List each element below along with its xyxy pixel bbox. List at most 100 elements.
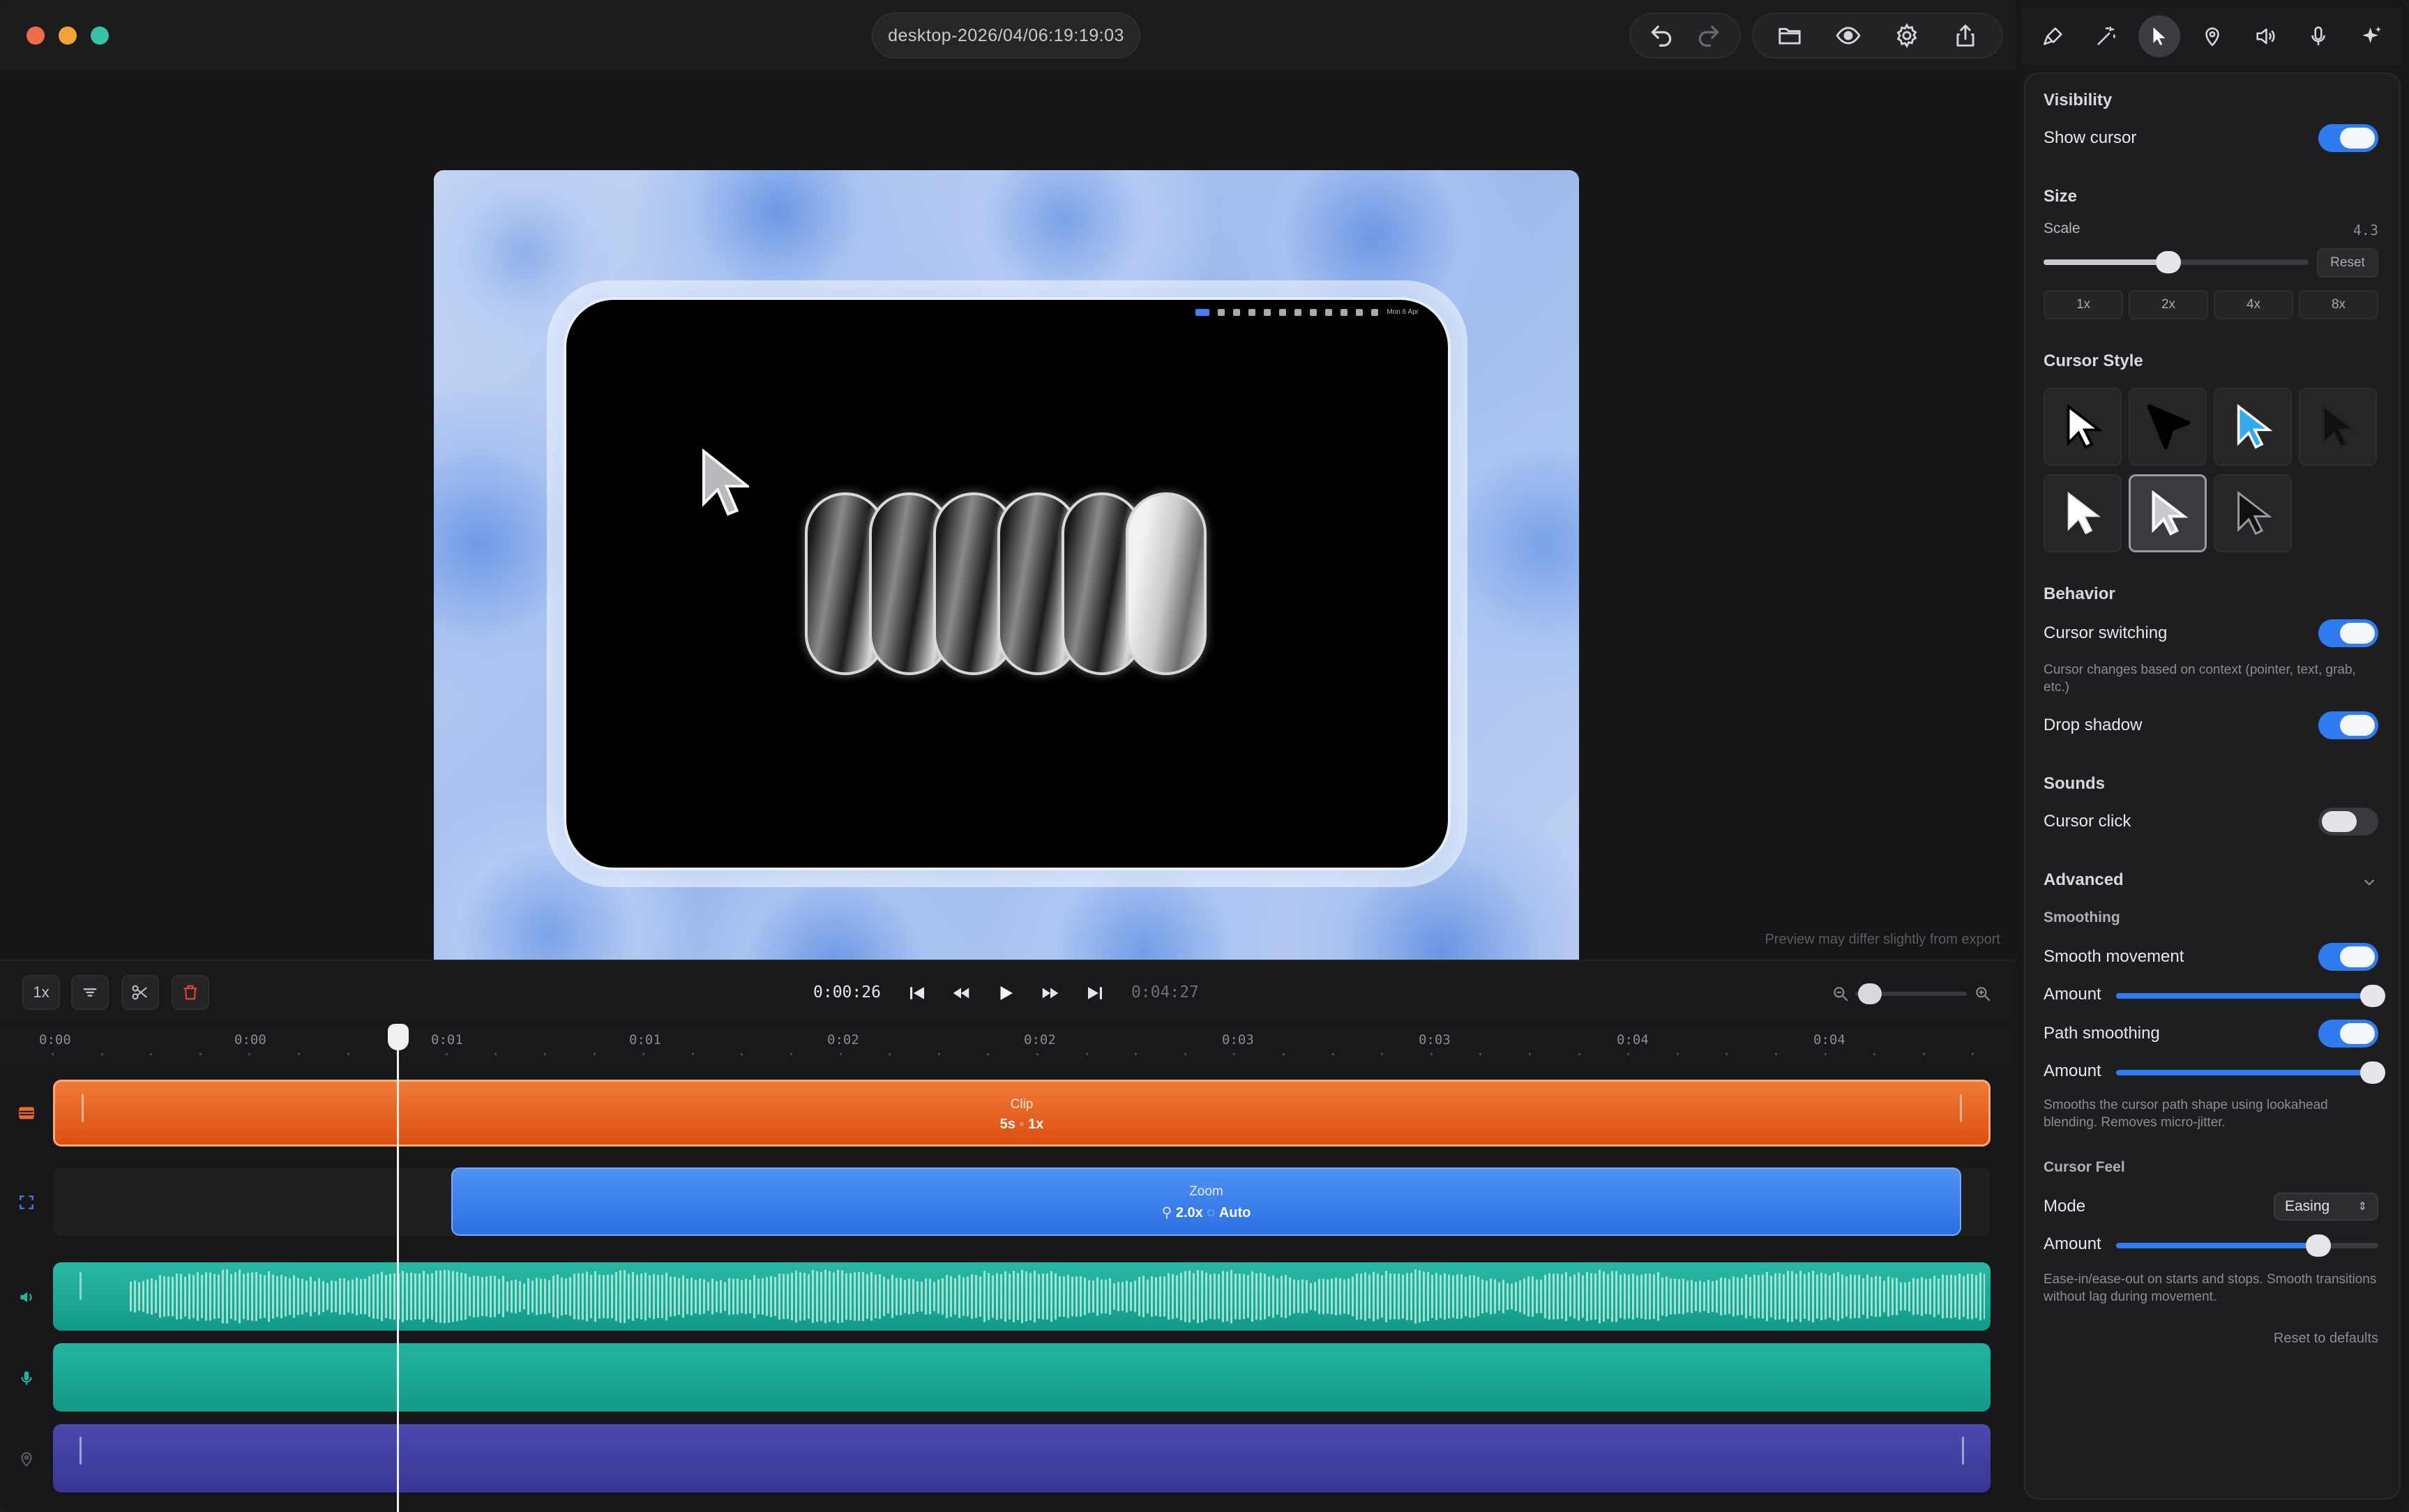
- tab-clicks[interactable]: [2191, 15, 2233, 57]
- zoom-mode: Auto: [1218, 1205, 1251, 1220]
- smooth-movement-toggle[interactable]: [2318, 943, 2378, 971]
- waveform-bar: [594, 1271, 596, 1322]
- drop-shadow-toggle[interactable]: [2318, 711, 2378, 739]
- chevron-down-icon[interactable]: [2360, 873, 2378, 891]
- waveform-bar: [690, 1277, 693, 1316]
- project-title[interactable]: desktop-2026/04/06:19:19:03: [872, 13, 1140, 59]
- step-back-button[interactable]: [946, 978, 976, 1008]
- scale-preset-4x[interactable]: 4x: [2214, 290, 2293, 319]
- waveform-bar: [787, 1273, 789, 1320]
- audio-left-handle[interactable]: [80, 1272, 82, 1300]
- scale-slider-knob[interactable]: [2156, 251, 2181, 273]
- zoom-in-icon[interactable]: [1974, 985, 1992, 1003]
- skip-start-button[interactable]: [902, 978, 932, 1008]
- path-amount-knob[interactable]: [2360, 1061, 2385, 1084]
- waveform-bar: [519, 1280, 521, 1313]
- smooth-amount-slider[interactable]: [2116, 985, 2385, 1007]
- undo-button[interactable]: [1638, 16, 1684, 55]
- cursor-style-option[interactable]: [2214, 474, 2292, 552]
- cursor-style-option-selected[interactable]: [2129, 474, 2207, 552]
- ruler-tick: [1529, 1053, 1531, 1055]
- close-window-button[interactable]: [27, 27, 45, 45]
- play-button[interactable]: [990, 978, 1021, 1008]
- playhead-line[interactable]: [397, 1025, 399, 1512]
- cursor-style-option[interactable]: [2044, 388, 2122, 466]
- mini-menubar-item: [1248, 308, 1256, 316]
- waveform-bar: [172, 1276, 174, 1317]
- open-folder-button[interactable]: [1767, 16, 1813, 55]
- zoom-segment[interactable]: Zoom ⚲ 2.0x ◌ Auto: [451, 1167, 1961, 1236]
- mic-segment[interactable]: [53, 1343, 1991, 1412]
- ruler-label: 0:02: [827, 1032, 859, 1048]
- waveform-bar: [900, 1278, 902, 1315]
- waveform-bar: [435, 1270, 437, 1323]
- zoom-window-button[interactable]: [91, 27, 109, 45]
- zoom-out-icon[interactable]: [1832, 985, 1850, 1003]
- tab-microphone[interactable]: [2297, 15, 2339, 57]
- preview-toggle-button[interactable]: [1825, 16, 1871, 55]
- delete-button[interactable]: [172, 975, 209, 1010]
- smooth-amount-knob[interactable]: [2360, 985, 2385, 1007]
- reset-defaults-button[interactable]: Reset to defaults: [2274, 1331, 2378, 1347]
- marker-left-handle[interactable]: [80, 1437, 82, 1465]
- tab-cursor[interactable]: [2138, 15, 2180, 57]
- speed-button[interactable]: 1x: [22, 975, 60, 1010]
- waveform-bar: [1858, 1274, 1860, 1319]
- cursor-style-option[interactable]: [2044, 474, 2122, 552]
- audio-segment[interactable]: [53, 1262, 1991, 1331]
- skip-end-button[interactable]: [1080, 978, 1110, 1008]
- waveform-bar: [1661, 1277, 1663, 1316]
- redo-icon: [1698, 25, 1719, 47]
- scale-preset-1x[interactable]: 1x: [2044, 290, 2123, 319]
- timeline-zoom-knob[interactable]: [1858, 983, 1882, 1004]
- waveform-bar: [1163, 1276, 1165, 1317]
- minimize-window-button[interactable]: [59, 27, 77, 45]
- zoom-track-icon: [17, 1193, 36, 1212]
- waveform-bar: [1519, 1280, 1521, 1313]
- scale-preset-2x[interactable]: 2x: [2129, 290, 2208, 319]
- filter-button[interactable]: [71, 975, 109, 1010]
- waveform-bar: [1214, 1273, 1216, 1320]
- scale-preset-8x[interactable]: 8x: [2299, 290, 2378, 319]
- tab-effects[interactable]: [2085, 15, 2127, 57]
- scale-reset-button[interactable]: Reset: [2317, 248, 2378, 278]
- cursor-style-option[interactable]: [2129, 388, 2207, 466]
- timeline-ruler[interactable]: 0:00 0:00 0:01 0:01 0:02 0:02 0:03 0:03 …: [0, 1025, 2016, 1067]
- redo-button[interactable]: [1686, 16, 1732, 55]
- waveform-bar: [569, 1277, 571, 1316]
- waveform-bar: [586, 1271, 588, 1322]
- play-icon: [1000, 986, 1013, 1000]
- waveform-bar: [431, 1273, 433, 1320]
- ruler-tick: [691, 1053, 694, 1055]
- clip-segment[interactable]: Clip 5s ◦ 1x: [53, 1080, 1991, 1147]
- show-cursor-toggle[interactable]: [2318, 124, 2378, 152]
- tab-ai[interactable]: [2350, 15, 2392, 57]
- path-amount-slider[interactable]: [2116, 1061, 2385, 1084]
- cursor-style-option[interactable]: [2214, 388, 2292, 466]
- tab-background[interactable]: [2032, 15, 2074, 57]
- path-smoothing-toggle[interactable]: [2318, 1020, 2378, 1048]
- waveform-bar: [1678, 1279, 1680, 1314]
- waveform-bar: [1871, 1277, 1873, 1316]
- scale-slider[interactable]: [2044, 251, 2309, 273]
- settings-button[interactable]: [1884, 16, 1930, 55]
- feel-amount-slider[interactable]: [2116, 1234, 2378, 1257]
- marker-segment[interactable]: [53, 1424, 1991, 1492]
- cursor-switching-toggle[interactable]: [2318, 619, 2378, 647]
- cursor-style-option[interactable]: [2299, 388, 2377, 466]
- waveform-bar: [891, 1275, 893, 1318]
- split-button[interactable]: [121, 975, 159, 1010]
- waveform-bar: [1000, 1273, 1002, 1320]
- cursor-click-toggle[interactable]: [2318, 808, 2378, 836]
- waveform-bar: [988, 1273, 990, 1320]
- feel-amount-knob[interactable]: [2306, 1234, 2331, 1257]
- export-button[interactable]: [1942, 16, 1988, 55]
- tab-audio[interactable]: [2244, 15, 2286, 57]
- advanced-title[interactable]: Advanced: [2044, 870, 2124, 890]
- waveform-bar: [992, 1275, 994, 1318]
- cursor-arrow-icon: [702, 448, 749, 516]
- marker-right-handle[interactable]: [1962, 1437, 1964, 1465]
- preview-canvas[interactable]: Mon 6 Apr: [434, 170, 1579, 1001]
- mode-select[interactable]: Easing ⇕: [2274, 1193, 2378, 1220]
- step-forward-button[interactable]: [1035, 978, 1066, 1008]
